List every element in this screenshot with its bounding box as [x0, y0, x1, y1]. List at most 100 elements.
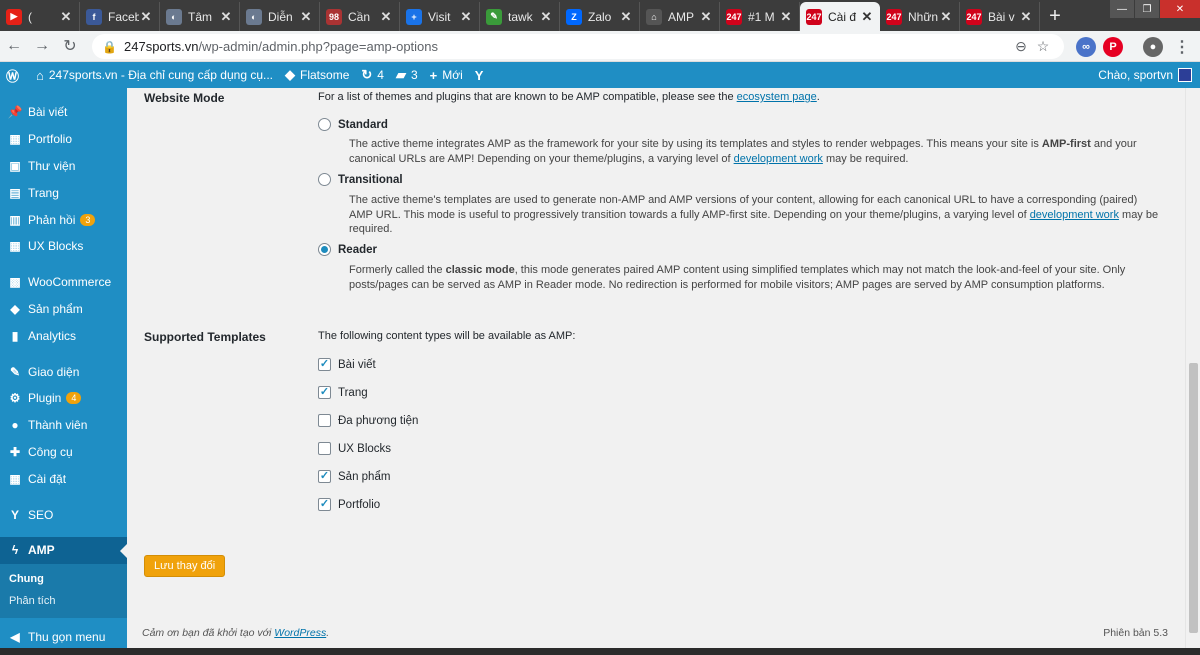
wordpress-logo-icon[interactable]: Ⓦ: [0, 62, 30, 88]
sidebar-item[interactable]: ▦ Cài đặt: [0, 465, 127, 492]
wp-admin-bar: Ⓦ ⌂ 247sports.vn - Địa chỉ cung cấp dụng …: [0, 62, 1200, 88]
tab-close-icon[interactable]: ✕: [379, 9, 393, 25]
template-checkbox-row[interactable]: ✓ Bài viết: [318, 358, 376, 371]
sidebar-icon: ▦: [9, 471, 21, 486]
sidebar-item[interactable]: ▤ Trang: [0, 179, 127, 206]
checkbox[interactable]: ✓: [318, 470, 331, 483]
sidebar-item[interactable]: ✚ Công cụ: [0, 439, 127, 466]
reload-icon[interactable]: ↻: [56, 32, 84, 60]
bookmark-star-icon[interactable]: ☆: [1032, 38, 1054, 55]
sidebar-item[interactable]: ▦ Portfolio: [0, 126, 127, 153]
browser-tab[interactable]: Z Zalo ✕: [560, 2, 640, 31]
tab-close-icon[interactable]: ✕: [459, 9, 473, 25]
tab-favicon-icon: +: [406, 8, 422, 25]
minimize-icon[interactable]: —: [1110, 0, 1134, 18]
url-text[interactable]: 247sports.vn/wp-admin/admin.php?page=amp…: [124, 39, 1010, 54]
new-content-link[interactable]: + Mới: [424, 62, 469, 88]
save-button[interactable]: Lưu thay đổi: [144, 555, 226, 577]
close-window-icon[interactable]: ✕: [1160, 0, 1200, 18]
theme-link[interactable]: ◆ Flatsome: [279, 62, 355, 88]
template-checkbox-row[interactable]: ✓ Portfolio: [318, 498, 380, 511]
menu-dots-icon[interactable]: ⋮: [1172, 37, 1192, 57]
sidebar-item[interactable]: ▣ Thư viện: [0, 153, 127, 180]
transitional-radio[interactable]: [318, 173, 331, 186]
browser-tab[interactable]: ✎ tawk ✕: [480, 2, 560, 31]
template-checkbox-row[interactable]: Đa phương tiện: [318, 414, 418, 427]
back-icon[interactable]: ←: [0, 32, 28, 60]
reader-radio[interactable]: [318, 243, 331, 256]
checkbox[interactable]: ✓: [318, 498, 331, 511]
browser-tab[interactable]: 247 #1 M ✕: [720, 2, 800, 31]
yoast-icon[interactable]: Y: [469, 62, 495, 88]
mode-reader[interactable]: Reader: [318, 243, 377, 256]
account-menu[interactable]: Chào, sportvn: [1098, 62, 1192, 88]
template-checkbox-row[interactable]: ✓ Trang: [318, 386, 368, 399]
sidebar-item[interactable]: ▦ UX Blocks: [0, 233, 127, 260]
new-tab-icon[interactable]: +: [1040, 2, 1070, 31]
sidebar-item[interactable]: ◆ Sản phẩm: [0, 296, 127, 323]
sidebar-icon: ▦: [9, 132, 21, 147]
tab-close-icon[interactable]: ✕: [699, 9, 713, 25]
development-work-link-2[interactable]: development work: [1030, 209, 1119, 221]
template-checkbox-row[interactable]: ✓ Sản phẩm: [318, 470, 390, 483]
extension-link-icon[interactable]: ∞: [1076, 37, 1096, 57]
sidebar-item[interactable]: ▮ Analytics: [0, 322, 127, 349]
tab-close-icon[interactable]: ✕: [139, 9, 153, 25]
checkbox[interactable]: [318, 442, 331, 455]
browser-tab[interactable]: 247 Nhữn ✕: [880, 2, 960, 31]
template-checkbox-row[interactable]: UX Blocks: [318, 442, 391, 455]
submenu-item[interactable]: Phân tích: [0, 590, 127, 612]
browser-tab[interactable]: 247 Cài đ ✕: [800, 2, 880, 31]
sidebar-item[interactable]: ✎ Giao diện: [0, 358, 127, 385]
updates-link[interactable]: ↻ 4: [355, 62, 390, 88]
tab-favicon-icon: 247: [886, 8, 902, 25]
checkbox[interactable]: ✓: [318, 358, 331, 371]
browser-tab[interactable]: ⌂ AMP ✕: [640, 2, 720, 31]
tab-close-icon[interactable]: ✕: [219, 9, 233, 25]
browser-tab[interactable]: ◐ Tâm ✕: [160, 2, 240, 31]
lock-icon[interactable]: 🔒: [102, 40, 117, 54]
submenu-item[interactable]: Chung: [0, 568, 127, 590]
tab-close-icon[interactable]: ✕: [779, 9, 793, 25]
tab-close-icon[interactable]: ✕: [1019, 9, 1033, 25]
sidebar-item[interactable]: ϟ AMP: [0, 536, 127, 564]
browser-tab[interactable]: f Faceb ✕: [80, 2, 160, 31]
browser-tab[interactable]: ◐ Diễn ✕: [240, 2, 320, 31]
sidebar-item[interactable]: Y SEO: [0, 501, 127, 528]
sidebar-item[interactable]: ● Thành viên: [0, 412, 127, 439]
browser-tab[interactable]: 247 Bài v ✕: [960, 2, 1040, 31]
tab-close-icon[interactable]: ✕: [939, 9, 953, 25]
sidebar-item[interactable]: 📌 Bài viết: [0, 99, 127, 126]
mode-standard[interactable]: Standard: [318, 118, 388, 131]
site-name-link[interactable]: ⌂ 247sports.vn - Địa chỉ cung cấp dụng cụ…: [30, 62, 279, 88]
tab-close-icon[interactable]: ✕: [860, 9, 874, 25]
tab-close-icon[interactable]: ✕: [299, 9, 313, 25]
sidebar-item-label: WooCommerce: [28, 275, 112, 290]
tab-close-icon[interactable]: ✕: [619, 9, 633, 25]
profile-avatar[interactable]: ●: [1143, 37, 1163, 57]
address-bar[interactable]: 🔒 247sports.vn/wp-admin/admin.php?page=a…: [92, 34, 1064, 59]
sidebar-item[interactable]: ▥ Phản hồi 3: [0, 206, 127, 233]
pinterest-icon[interactable]: P: [1103, 37, 1123, 57]
checkbox[interactable]: ✓: [318, 386, 331, 399]
forward-icon[interactable]: →: [28, 32, 56, 60]
wordpress-link[interactable]: WordPress: [274, 627, 326, 639]
sidebar-item[interactable]: ▩ WooCommerce: [0, 269, 127, 296]
tab-close-icon[interactable]: ✕: [539, 9, 553, 25]
scrollbar[interactable]: [1185, 88, 1200, 655]
standard-radio[interactable]: [318, 118, 331, 131]
zoom-icon[interactable]: ⊖: [1010, 38, 1032, 55]
collapse-menu[interactable]: ◀ Thu gọn menu: [0, 624, 127, 651]
mode-transitional[interactable]: Transitional: [318, 173, 403, 186]
browser-tab[interactable]: 98 Cần ✕: [320, 2, 400, 31]
tab-close-icon[interactable]: ✕: [59, 9, 73, 25]
checkbox[interactable]: [318, 414, 331, 427]
browser-tab[interactable]: + Visit ✕: [400, 2, 480, 31]
scrollbar-thumb[interactable]: [1189, 363, 1198, 633]
comments-link[interactable]: ▰ 3: [390, 62, 424, 88]
development-work-link[interactable]: development work: [734, 153, 823, 165]
maximize-icon[interactable]: ❐: [1135, 0, 1159, 18]
ecosystem-link[interactable]: ecosystem page: [737, 91, 817, 103]
browser-tab[interactable]: ▶ (✕: [0, 2, 80, 31]
sidebar-item[interactable]: ⚙ Plugin 4: [0, 385, 127, 412]
